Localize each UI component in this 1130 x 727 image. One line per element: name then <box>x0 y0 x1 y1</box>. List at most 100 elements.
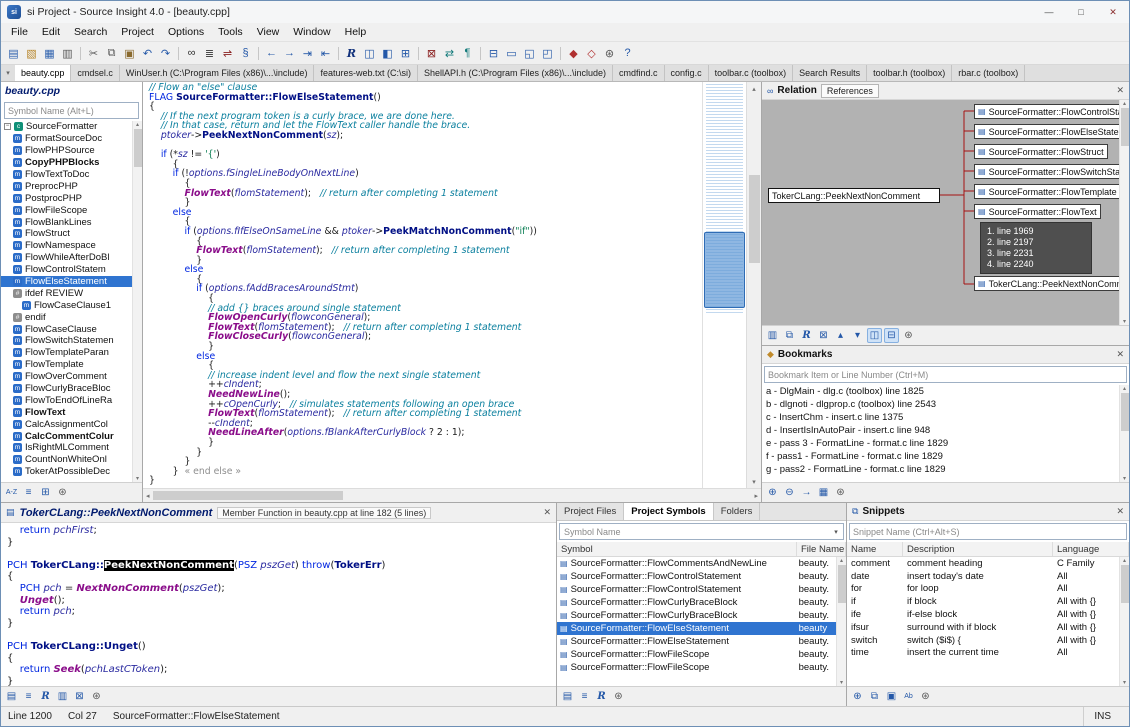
symbol-item[interactable]: mCopyPHPBlocks <box>1 157 132 169</box>
reference-line[interactable]: 1. line 1969 <box>987 226 1085 237</box>
symbol-item[interactable]: mFlowElseStatement <box>1 276 132 288</box>
bookmark-toggle-icon[interactable]: ◆ <box>565 45 582 62</box>
copy-icon[interactable]: ⧉ <box>103 45 120 62</box>
symbol-item[interactable]: mFlowPHPSource <box>1 145 132 157</box>
lock-icon[interactable]: ⊠ <box>816 328 831 343</box>
scroll-thumb[interactable] <box>153 491 343 500</box>
bookmark-item[interactable]: d - InsertIsInAutoPair - insert.c line 9… <box>762 424 1119 437</box>
menu-window[interactable]: Window <box>286 24 337 40</box>
snippet-row[interactable]: commentcomment headingC Family <box>847 557 1119 570</box>
search-icon[interactable]: ∞ <box>183 45 200 62</box>
close-snippets-icon[interactable]: ✕ <box>1116 506 1124 517</box>
chevron-down-icon[interactable] <box>829 524 843 539</box>
undo-icon[interactable]: ↶ <box>139 45 156 62</box>
scroll-thumb[interactable] <box>134 129 142 167</box>
symbol-item[interactable]: mFlowFileScope <box>1 204 132 216</box>
go-back-icon[interactable]: ← <box>263 45 280 62</box>
file-tab[interactable]: features-web.txt (C:\si) <box>314 65 418 81</box>
save-file-icon[interactable]: ▦ <box>41 45 58 62</box>
jump-to-definition-icon[interactable]: ⇥ <box>299 45 316 62</box>
redo-icon[interactable]: ↷ <box>157 45 174 62</box>
symbol-row[interactable]: ▤SourceFormatter::FlowElseStatementbeaut… <box>557 622 836 635</box>
column-header[interactable]: File Name <box>797 542 846 556</box>
symbol-item[interactable]: mFormatSourceDoc <box>1 133 132 145</box>
full-screen-icon[interactable]: ▭ <box>503 45 520 62</box>
snippet-row[interactable]: dateinsert today's dateAll <box>847 570 1119 583</box>
snippet-row[interactable]: timeinsert the current timeAll <box>847 647 1119 660</box>
editor-code[interactable]: // Flow an "else" clauseFLAG SourceForma… <box>143 82 702 488</box>
copy-snippet-icon[interactable]: ⧉ <box>867 689 882 704</box>
relation-scrollbar[interactable] <box>1119 100 1129 325</box>
tile-vertical-icon[interactable]: ◰ <box>539 45 556 62</box>
scroll-down-icon[interactable] <box>1123 475 1126 482</box>
rename-snippet-icon[interactable]: Ab <box>901 689 916 704</box>
scroll-up-icon[interactable] <box>840 557 843 564</box>
symbol-item[interactable]: mFlowText <box>1 406 132 418</box>
maximize-button[interactable]: □ <box>1065 1 1097 23</box>
bookmark-item[interactable]: e - pass 3 - FormatLine - format.c line … <box>762 437 1119 450</box>
settings-icon[interactable]: ⊛ <box>55 485 70 500</box>
file-tab[interactable]: cmdsel.c <box>71 65 120 81</box>
symbol-item[interactable]: mTokerAtPossibleDec <box>1 466 132 478</box>
scroll-thumb[interactable] <box>1121 565 1129 603</box>
scroll-thumb[interactable] <box>749 175 760 263</box>
file-tab[interactable]: ShellAPI.h (C:\Program Files (x86)\...\i… <box>418 65 613 81</box>
scroll-down-icon[interactable] <box>840 679 843 686</box>
project-symbol-combo[interactable]: Symbol Name <box>559 523 844 540</box>
jump-to-caller-icon[interactable]: ⇤ <box>317 45 334 62</box>
navigate-up-icon[interactable]: ▴ <box>833 328 848 343</box>
tab-list-icon[interactable]: ▾ <box>1 65 15 81</box>
symbol-item[interactable]: mFlowOverComment <box>1 371 132 383</box>
scroll-thumb[interactable] <box>1121 393 1129 431</box>
scroll-down-icon[interactable] <box>1123 318 1126 325</box>
remove-bookmark-icon[interactable]: ⊖ <box>782 485 797 500</box>
symbol-item[interactable]: mFlowNamespace <box>1 240 132 252</box>
snippet-row[interactable]: ifeif-else blockAll with {} <box>847 608 1119 621</box>
symbol-item[interactable]: #ifdef REVIEW <box>1 287 132 299</box>
editor-vertical-scrollbar[interactable] <box>746 82 761 488</box>
relation-window-icon[interactable]: R <box>343 45 360 62</box>
scroll-up-icon[interactable] <box>1123 100 1126 107</box>
file-list-icon[interactable]: ▤ <box>560 689 575 704</box>
minimize-button[interactable]: — <box>1033 1 1065 23</box>
bookmark-item[interactable]: b - dlgnoti - dlgprop.c (toolbox) line 2… <box>762 398 1119 411</box>
file-tab[interactable]: Search Results <box>793 65 867 81</box>
menu-edit[interactable]: Edit <box>35 24 67 40</box>
relation-source-node[interactable]: TokerCLang::PeekNextNonComment <box>768 188 940 203</box>
go-to-bookmark-icon[interactable]: → <box>799 485 814 500</box>
open-file-icon[interactable]: ▧ <box>23 45 40 62</box>
add-bookmark-icon[interactable]: ⊕ <box>765 485 780 500</box>
scroll-up-icon[interactable] <box>1123 557 1126 564</box>
menu-options[interactable]: Options <box>161 24 211 40</box>
scroll-left-icon[interactable] <box>146 492 150 500</box>
context-window-icon[interactable]: ◫ <box>361 45 378 62</box>
relation-node[interactable]: ▤SourceFormatter::FlowElseStatement <box>974 124 1129 139</box>
bookmark-item[interactable]: g - pass2 - FormatLine - format.c line 1… <box>762 463 1119 476</box>
refresh-icon[interactable]: R <box>799 328 814 343</box>
file-tab[interactable]: WinUser.h (C:\Program Files (x86)\...\in… <box>120 65 315 81</box>
snippet-row[interactable]: switchswitch ($i$) {All with {} <box>847 634 1119 647</box>
symbol-list-icon[interactable]: ≡ <box>21 689 36 704</box>
settings-icon[interactable]: ⊛ <box>901 328 916 343</box>
symbol-item[interactable]: mCalcCommentColur <box>1 430 132 442</box>
snippet-row[interactable]: ifif blockAll with {} <box>847 595 1119 608</box>
project-list-scrollbar[interactable] <box>836 557 846 686</box>
editor-minimap[interactable] <box>702 82 746 488</box>
help-icon[interactable]: ? <box>619 45 636 62</box>
toggle-draft-view-icon[interactable]: ¶ <box>459 45 476 62</box>
column-header[interactable]: Name <box>847 542 903 556</box>
scroll-thumb[interactable] <box>838 565 846 603</box>
symbol-row[interactable]: ▤SourceFormatter::FlowFileScopebeauty. <box>557 661 836 674</box>
symbol-list-icon[interactable]: ≡ <box>577 689 592 704</box>
symbol-row[interactable]: ▤SourceFormatter::FlowCurlyBraceBlockbea… <box>557 596 836 609</box>
relation-node[interactable]: ▤SourceFormatter::FlowTemplate <box>974 184 1121 199</box>
symbol-item[interactable]: mFlowTextToDoc <box>1 169 132 181</box>
snippet-list-scrollbar[interactable] <box>1119 557 1129 686</box>
print-icon[interactable]: ▥ <box>765 328 780 343</box>
file-tab[interactable]: toolbar.c (toolbox) <box>709 65 794 81</box>
scroll-down-icon[interactable] <box>1123 679 1126 686</box>
relation-node[interactable]: ▤SourceFormatter::FlowText <box>974 204 1101 219</box>
paste-icon[interactable]: ▣ <box>121 45 138 62</box>
view-horizontal-icon[interactable]: ◫ <box>867 328 882 343</box>
menu-view[interactable]: View <box>250 24 287 40</box>
